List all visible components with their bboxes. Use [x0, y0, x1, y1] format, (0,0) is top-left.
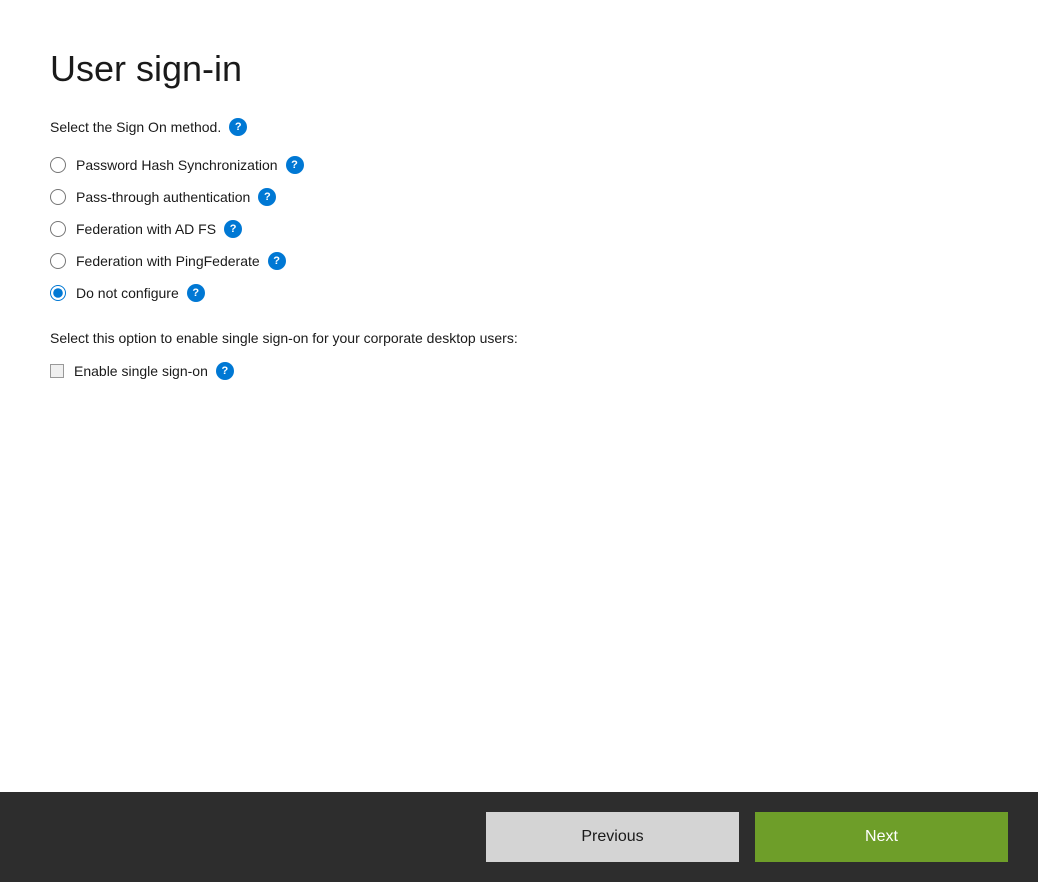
- enable-sso-label: Enable single sign-on: [74, 363, 208, 379]
- help-icon-pingfederate[interactable]: ?: [268, 252, 286, 270]
- radio-pingfederate[interactable]: [50, 253, 66, 269]
- help-icon-do-not-configure[interactable]: ?: [187, 284, 205, 302]
- radio-item-adfs[interactable]: Federation with AD FS ?: [50, 220, 988, 238]
- main-content: User sign-in Select the Sign On method. …: [0, 0, 1038, 792]
- radio-password-hash[interactable]: [50, 157, 66, 173]
- next-button[interactable]: Next: [755, 812, 1008, 862]
- enable-sso-checkbox-item[interactable]: Enable single sign-on ?: [50, 362, 988, 380]
- sign-on-section-label: Select the Sign On method. ?: [50, 118, 988, 136]
- radio-adfs-label: Federation with AD FS: [76, 221, 216, 237]
- help-icon-adfs[interactable]: ?: [224, 220, 242, 238]
- previous-button[interactable]: Previous: [486, 812, 739, 862]
- radio-passthrough-label: Pass-through authentication: [76, 189, 250, 205]
- page-title: User sign-in: [50, 48, 988, 90]
- sso-section-label: Select this option to enable single sign…: [50, 330, 988, 346]
- radio-item-pingfederate[interactable]: Federation with PingFederate ?: [50, 252, 988, 270]
- radio-do-not-configure-label: Do not configure: [76, 285, 179, 301]
- footer: Previous Next: [0, 792, 1038, 882]
- radio-item-do-not-configure[interactable]: Do not configure ?: [50, 284, 988, 302]
- enable-sso-checkbox[interactable]: [50, 364, 64, 378]
- radio-do-not-configure[interactable]: [50, 285, 66, 301]
- help-icon-password-hash[interactable]: ?: [286, 156, 304, 174]
- radio-pingfederate-label: Federation with PingFederate: [76, 253, 260, 269]
- radio-password-hash-label: Password Hash Synchronization: [76, 157, 278, 173]
- radio-group: Password Hash Synchronization ? Pass-thr…: [50, 156, 988, 302]
- radio-item-passthrough[interactable]: Pass-through authentication ?: [50, 188, 988, 206]
- sign-on-help-icon[interactable]: ?: [229, 118, 247, 136]
- radio-adfs[interactable]: [50, 221, 66, 237]
- help-icon-passthrough[interactable]: ?: [258, 188, 276, 206]
- radio-item-password-hash[interactable]: Password Hash Synchronization ?: [50, 156, 988, 174]
- radio-passthrough[interactable]: [50, 189, 66, 205]
- help-icon-sso[interactable]: ?: [216, 362, 234, 380]
